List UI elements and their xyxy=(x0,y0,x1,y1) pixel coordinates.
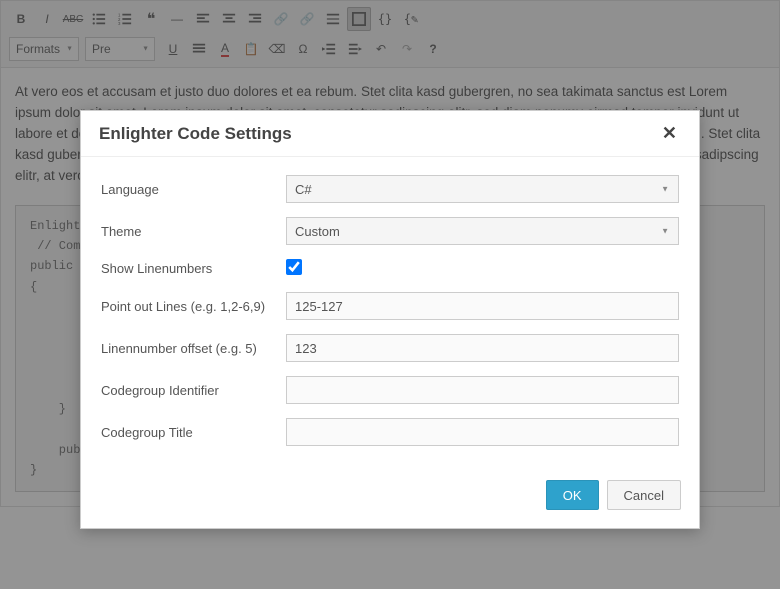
groupid-input[interactable] xyxy=(286,376,679,404)
dialog-title: Enlighter Code Settings xyxy=(99,124,292,144)
modal-overlay: Enlighter Code Settings ✕ Language C# Th… xyxy=(0,0,780,589)
offset-input[interactable] xyxy=(286,334,679,362)
cancel-button[interactable]: Cancel xyxy=(607,480,681,510)
settings-dialog: Enlighter Code Settings ✕ Language C# Th… xyxy=(80,110,700,529)
close-icon[interactable]: ✕ xyxy=(658,123,681,144)
language-label: Language xyxy=(101,182,286,197)
pointout-input[interactable] xyxy=(286,292,679,320)
theme-select[interactable]: Custom xyxy=(286,217,679,245)
groupid-label: Codegroup Identifier xyxy=(101,383,286,398)
language-select[interactable]: C# xyxy=(286,175,679,203)
offset-label: Linennumber offset (e.g. 5) xyxy=(101,341,286,356)
theme-label: Theme xyxy=(101,224,286,239)
linenumbers-checkbox[interactable] xyxy=(286,259,302,275)
pointout-label: Point out Lines (e.g. 1,2-6,9) xyxy=(101,299,286,314)
linenumbers-label: Show Linenumbers xyxy=(101,261,286,276)
ok-button[interactable]: OK xyxy=(546,480,599,510)
grouptitle-input[interactable] xyxy=(286,418,679,446)
grouptitle-label: Codegroup Title xyxy=(101,425,286,440)
